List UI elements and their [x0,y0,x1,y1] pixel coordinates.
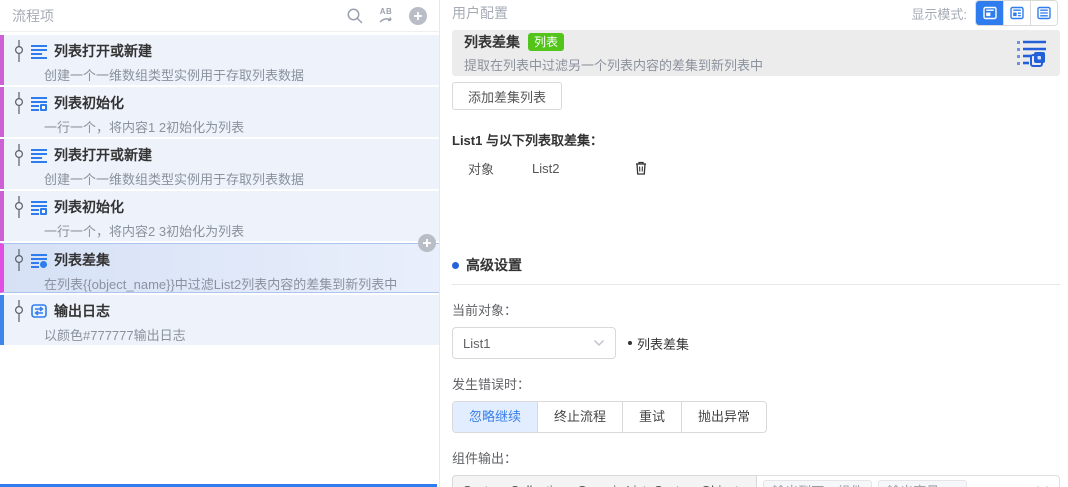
delete-row-icon[interactable] [635,161,647,175]
connector-node-icon [14,249,24,271]
connector-node-icon [14,40,24,62]
diff-target-list: List1 [452,133,483,148]
flow-item-desc: 一行一个，将内容2 3初始化为列表 [44,224,245,239]
list-open-icon [31,148,47,163]
config-panel-header: 用户配置 显示模式: [440,0,1068,26]
current-object-label: 当前对象： [452,303,518,318]
connector-node-icon [14,144,24,166]
error-option-throw[interactable]: 抛出异常 [681,402,767,432]
current-object-hint: 列表差集 [628,334,689,353]
app-window: 流程项 AB 列表打开或新建 创建一个一维数组类型实例用于存取列表数据 列表初始… [0,0,1068,487]
component-desc: 提取在列表中过滤另一个列表内容的差集到新列表中 [464,58,764,73]
search-icon[interactable] [343,5,365,27]
flow-item-title: 输出日志 [54,303,110,319]
section-divider [452,284,1060,285]
diff-statement-text: 与以下列表取差集： [482,133,603,148]
flow-item-desc: 创建一个一维数组类型实例用于存取列表数据 [44,68,305,83]
connector-node-icon [14,92,24,114]
list-diff-icon [31,253,47,268]
flow-item-title: 列表初始化 [54,95,124,111]
config-panel-title: 用户配置 [452,5,508,21]
component-type-badge: 列表 [528,33,565,51]
flow-item-title: 列表初始化 [54,199,124,215]
flow-item-title: 列表差集 [54,252,110,268]
list-init-icon [31,96,47,111]
flow-item-list-open-2[interactable]: 列表打开或新建 创建一个一维数组类型实例用于存取列表数据 [0,139,439,189]
flow-item-list: 列表打开或新建 创建一个一维数组类型实例用于存取列表数据 列表初始化 一行一个，… [0,32,439,345]
batch-rename-icon[interactable]: AB [375,5,397,27]
component-output-select[interactable]: System.Collections.Generic.List<System.O… [452,475,1060,487]
log-output-icon [31,304,47,318]
component-title: 列表差集 [464,34,520,50]
flow-item-list-init-2[interactable]: 列表初始化 一行一个，将内容2 3初始化为列表 [0,191,439,241]
object-label: 对象 [468,161,495,177]
current-object-select[interactable]: List1 [452,327,616,359]
advanced-settings-header: 高级设置 [452,255,1060,275]
section-bullet-icon [452,261,459,269]
flow-items-panel: 流程项 AB 列表打开或新建 创建一个一维数组类型实例用于存取列表数据 列表初始… [0,0,440,487]
flow-item-title: 列表打开或新建 [54,147,152,163]
on-error-label: 发生错误时： [452,377,531,392]
diff-object-row: 对象 List2 [452,158,1060,178]
error-option-ignore[interactable]: 忽略继续 [453,402,538,432]
add-flow-item-icon[interactable] [407,5,429,27]
flow-item-title: 列表打开或新建 [54,43,152,59]
diff-statement: List1 与以下列表取差集： [452,130,1060,149]
list-open-icon [31,44,47,59]
display-mode-card-button[interactable] [976,1,1003,25]
current-object-value: List1 [463,335,491,351]
component-info-card: 列表差集 列表 提取在列表中过滤另一个列表内容的差集到新列表中 [452,30,1060,76]
error-option-stop[interactable]: 终止流程 [537,402,623,432]
on-error-options: 忽略继续 终止流程 重试 抛出异常 [452,401,768,433]
output-type-box: System.Collections.Generic.List<System.O… [452,475,758,487]
hint-bullet-icon [628,341,632,345]
flow-panel-header: 流程项 AB [0,0,439,32]
display-mode-switch [975,0,1058,26]
flow-item-desc: 以颜色#777777输出日志 [44,328,186,343]
user-config-panel: 用户配置 显示模式: 列表差集 列表 提取在列表中过滤另一个列表内容的差集到新列… [440,0,1068,487]
insert-item-icon[interactable] [418,234,436,252]
object-value: List2 [532,160,560,176]
add-diff-list-button[interactable]: 添加差集列表 [452,82,563,110]
flow-item-list-diff-selected[interactable]: 列表差集 在列表{{object_name}}中过滤List2列表内容的差集到新… [0,234,439,293]
component-output-label: 组件输出： [452,451,518,466]
flow-item-desc: 一行一个，将内容1 2初始化为列表 [44,120,245,135]
list-init-icon [31,200,47,215]
flow-item-log-output[interactable]: 输出日志 以颜色#777777输出日志 [0,295,439,345]
flow-item-list-open-1[interactable]: 列表打开或新建 创建一个一维数组类型实例用于存取列表数据 [0,35,439,85]
list-diff-large-icon [1017,40,1046,67]
output-next-component-chip[interactable]: 输出到下一组件 [763,479,873,487]
flow-item-list-init-1[interactable]: 列表初始化 一行一个，将内容1 2初始化为列表 [0,87,439,137]
display-mode-label: 显示模式: [911,6,967,22]
connector-node-icon [14,196,24,218]
display-mode-split-button[interactable] [1003,1,1030,25]
display-mode-list-button[interactable] [1030,1,1057,25]
flow-item-desc: 在列表{{object_name}}中过滤List2列表内容的差集到新列表中 [44,277,398,292]
error-option-retry[interactable]: 重试 [622,402,682,432]
flow-panel-title: 流程项 [12,7,54,24]
advanced-settings-title: 高级设置 [466,257,522,273]
flow-item-desc: 创建一个一维数组类型实例用于存取列表数据 [44,172,305,187]
output-variable-chip[interactable]: 输出变量 +0 [878,479,967,487]
connector-node-icon [14,300,24,322]
chevron-down-icon [593,339,605,347]
